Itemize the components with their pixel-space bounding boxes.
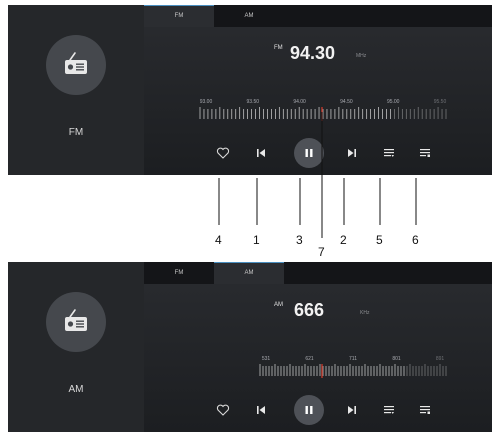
- callout-6: 6: [412, 233, 419, 247]
- callout-5: 5: [376, 233, 383, 247]
- radio-source-button[interactable]: [46, 292, 106, 352]
- tab-am[interactable]: AM: [214, 262, 284, 284]
- frequency-scale[interactable]: 531 621 711 801 891: [144, 352, 492, 382]
- scale-label: 95.50: [434, 99, 447, 105]
- radio-icon: [65, 52, 87, 74]
- pause-icon: [305, 406, 313, 414]
- next-button[interactable]: [343, 401, 361, 419]
- band-tabs: FM AM: [144, 262, 492, 284]
- frequency-display: FM 94.30 MHz: [144, 41, 492, 71]
- playlist-button[interactable]: [416, 144, 434, 162]
- frequency-value: 94.30: [290, 43, 336, 63]
- source-pane: AM: [8, 262, 144, 432]
- am-radio-panel: AM FM AM AM 666 KHz 531 621 711 801 891: [8, 262, 492, 432]
- next-icon: [348, 406, 356, 414]
- tab-am[interactable]: AM: [214, 5, 284, 27]
- tab-fm[interactable]: FM: [144, 5, 214, 27]
- list-button[interactable]: [380, 401, 398, 419]
- callout-2: 2: [340, 233, 347, 247]
- scale-label: 531: [262, 356, 271, 362]
- source-pane: FM: [8, 5, 144, 175]
- playback-controls: [144, 392, 492, 428]
- radio-source-button[interactable]: [46, 35, 106, 95]
- callout-3: 3: [296, 233, 303, 247]
- next-icon: [348, 149, 356, 157]
- favorite-button[interactable]: [214, 401, 232, 419]
- scale-label: 94.50: [340, 99, 353, 105]
- tab-fm[interactable]: FM: [144, 262, 214, 284]
- scale-label: 93.00: [200, 99, 213, 105]
- favorite-icon: [216, 147, 230, 159]
- callout-7: 7: [318, 245, 325, 259]
- favorite-icon: [216, 404, 230, 416]
- previous-icon: [257, 406, 265, 414]
- pause-icon: [305, 149, 313, 157]
- playlist-icon: [420, 406, 430, 414]
- frequency-unit: KHz: [360, 310, 370, 316]
- band-tabs: FM AM: [144, 5, 492, 27]
- source-label: AM: [68, 384, 84, 395]
- playlist-icon: [420, 149, 430, 157]
- tuner-pane: FM AM AM 666 KHz 531 621 711 801 891: [144, 262, 492, 432]
- scale-label: 95.00: [387, 99, 400, 105]
- scale-label: 94.00: [293, 99, 306, 105]
- scale-label: 93.50: [247, 99, 260, 105]
- pause-button[interactable]: [294, 138, 324, 168]
- list-icon: [384, 406, 394, 414]
- fm-radio-panel: FM FM AM FM 94.30 MHz 93.00 93.50 94.00 94.…: [8, 5, 492, 175]
- frequency-unit: MHz: [356, 53, 367, 59]
- scale-label: 621: [305, 356, 314, 362]
- frequency-scale[interactable]: 93.00 93.50 94.00 94.50 95.00 95.50: [144, 95, 492, 125]
- scale-label: 891: [436, 356, 445, 362]
- band-indicator: AM: [274, 302, 283, 308]
- frequency-value: 666: [294, 300, 325, 320]
- list-icon: [384, 149, 394, 157]
- scale-label: 801: [392, 356, 401, 362]
- playlist-button[interactable]: [416, 401, 434, 419]
- callout-1: 1: [253, 233, 260, 247]
- radio-icon: [65, 309, 87, 331]
- tuner-pane: FM AM FM 94.30 MHz 93.00 93.50 94.00 94.50 9…: [144, 5, 492, 175]
- favorite-button[interactable]: [214, 144, 232, 162]
- previous-icon: [257, 149, 265, 157]
- previous-button[interactable]: [252, 401, 270, 419]
- next-button[interactable]: [343, 144, 361, 162]
- frequency-display: AM 666 KHz: [144, 298, 492, 328]
- previous-button[interactable]: [252, 144, 270, 162]
- pause-button[interactable]: [294, 395, 324, 425]
- callout-4: 4: [215, 233, 222, 247]
- source-label: FM: [68, 127, 84, 138]
- band-indicator: FM: [274, 45, 283, 51]
- list-button[interactable]: [380, 144, 398, 162]
- playback-controls: [144, 135, 492, 171]
- scale-label: 711: [349, 356, 357, 362]
